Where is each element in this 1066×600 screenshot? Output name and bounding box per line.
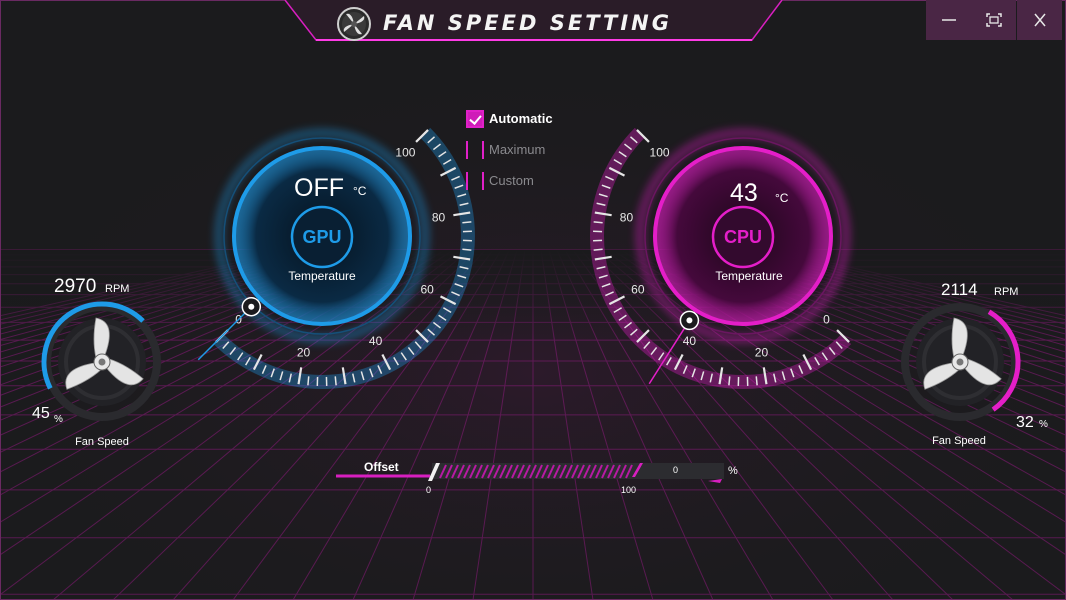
cpu-temperature-value: 43	[730, 179, 758, 207]
mode-maximum-label: Maximum	[489, 142, 546, 157]
cpu-fan-rpm: 2114	[941, 280, 978, 299]
offset-value-box[interactable]	[636, 463, 724, 479]
gpu-chip-label: GPU	[302, 227, 342, 247]
cpu-fan-percent: 32	[1016, 414, 1034, 431]
offset-max-label: 100	[621, 485, 637, 495]
gpu-fan-speed-label: Fan Speed	[75, 436, 129, 448]
cpu-fan-widget	[901, 303, 1021, 421]
cpu-tick-label: 60	[631, 283, 645, 297]
gpu-fan-rpm: 2970	[54, 276, 97, 297]
gpu-temperature-unit: °C	[353, 184, 367, 198]
gpu-tick-label: 80	[432, 211, 446, 225]
cpu-tick-label: 20	[755, 346, 769, 360]
gpu-temperature-label: Temperature	[288, 269, 356, 283]
gpu-tick-label: 60	[420, 283, 434, 297]
mode-custom-label: Custom	[489, 173, 534, 188]
offset-value: 0	[673, 465, 679, 475]
cpu-temperature-label: Temperature	[715, 269, 783, 283]
gpu-tick-label: 20	[297, 346, 311, 360]
checkbox-unchecked-icon	[466, 172, 484, 190]
mode-automatic-label: Automatic	[489, 111, 553, 126]
offset-min-label: 0	[426, 485, 432, 495]
offset-label: Offset	[364, 460, 399, 474]
cpu-temperature-unit: °C	[775, 191, 789, 205]
checkbox-checked-icon	[466, 110, 484, 128]
gpu-fan-widget	[41, 301, 161, 421]
gpu-tick-label: 100	[395, 146, 415, 160]
cpu-rpm-unit: RPM	[994, 286, 1019, 298]
gpu-fan-percent: 45	[32, 405, 50, 422]
gpu-gauge: 020406080100	[197, 127, 475, 389]
cpu-tick-label: 80	[620, 211, 634, 225]
cpu-fan-speed-label: Fan Speed	[932, 435, 986, 447]
gpu-temperature-value: OFF	[294, 174, 344, 202]
checkbox-unchecked-icon	[466, 141, 484, 159]
offset-unit: %	[728, 465, 738, 477]
cpu-percent-unit: %	[1039, 419, 1048, 430]
cpu-tick-label: 40	[683, 334, 697, 348]
gpu-tick-label: 40	[369, 334, 383, 348]
cpu-chip-label: CPU	[723, 227, 762, 247]
gauges-layer: 0 20 40 60 80 100 0 20 40 60 80 100	[41, 127, 1021, 483]
cpu-tick-label: 0	[823, 312, 830, 326]
gpu-percent-unit: %	[54, 414, 63, 425]
cpu-tick-label: 100	[650, 146, 670, 160]
cpu-gauge: 0 20 40 60 80 100	[590, 127, 852, 389]
gpu-rpm-unit: RPM	[105, 283, 130, 295]
